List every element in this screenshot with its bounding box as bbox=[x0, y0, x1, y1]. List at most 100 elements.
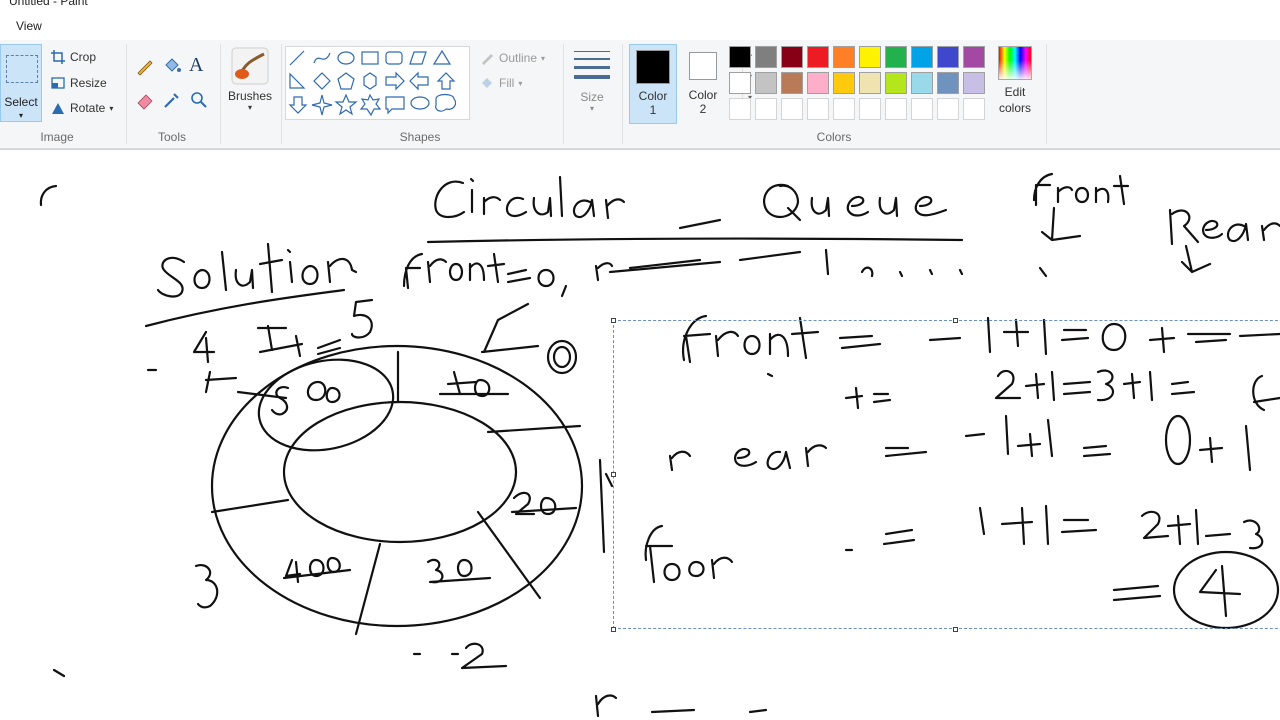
palette-swatch[interactable] bbox=[911, 46, 933, 68]
selection-handle[interactable] bbox=[611, 472, 616, 477]
brushes-button[interactable]: Brushes ▾ bbox=[224, 46, 276, 112]
fill-label: Fill bbox=[499, 76, 515, 90]
size-button[interactable]: Size ▾ bbox=[568, 48, 616, 113]
color1-label: Color bbox=[638, 89, 668, 103]
select-label: Select bbox=[4, 95, 38, 109]
selection-handle[interactable] bbox=[953, 627, 958, 632]
resize-label: Resize bbox=[70, 76, 107, 90]
color1-button[interactable]: Color 1 bbox=[629, 44, 677, 124]
palette-swatch[interactable] bbox=[963, 72, 985, 94]
crop-button[interactable]: Crop bbox=[50, 49, 96, 65]
palette-swatch-empty[interactable] bbox=[729, 98, 751, 120]
divider bbox=[281, 44, 282, 144]
edit-colors-label-2: colors bbox=[998, 101, 1031, 115]
selection-rectangle[interactable] bbox=[613, 320, 1280, 629]
select-button[interactable]: Select ▾ bbox=[0, 44, 42, 122]
color2-number: 2 bbox=[699, 102, 707, 116]
palette-swatch[interactable] bbox=[885, 72, 907, 94]
window-title: Untitled - Paint bbox=[9, 0, 88, 8]
palette-swatch-empty[interactable] bbox=[807, 98, 829, 120]
resize-button[interactable]: Resize bbox=[50, 75, 107, 91]
ribbon: Select ▾ Crop Resize Rotate ▾ Image A To… bbox=[0, 40, 1280, 149]
size-label: Size bbox=[580, 90, 604, 104]
image-group-label: Image bbox=[40, 130, 74, 144]
magnifier-icon bbox=[191, 92, 207, 108]
pencil-button[interactable] bbox=[135, 56, 155, 79]
divider bbox=[1046, 44, 1047, 144]
palette-swatch[interactable] bbox=[781, 46, 803, 68]
palette-swatch[interactable] bbox=[807, 72, 829, 94]
color1-swatch bbox=[636, 50, 670, 84]
palette-swatch-empty[interactable] bbox=[885, 98, 907, 120]
colors-group-label: Colors bbox=[816, 130, 852, 144]
color-picker-button[interactable] bbox=[162, 90, 182, 113]
divider bbox=[126, 44, 127, 144]
crop-label: Crop bbox=[70, 50, 97, 64]
palette-swatch-empty[interactable] bbox=[833, 98, 855, 120]
text-button[interactable]: A bbox=[189, 54, 203, 77]
palette-swatch[interactable] bbox=[937, 46, 959, 68]
edit-colors-label: Edit bbox=[1004, 85, 1026, 99]
tools-group-label: Tools bbox=[157, 130, 186, 144]
palette-swatch[interactable] bbox=[755, 72, 777, 94]
brush-icon bbox=[231, 47, 269, 85]
outline-label: Outline bbox=[499, 51, 538, 65]
color2-label: Color bbox=[688, 88, 718, 102]
title-bar: Untitled - Paint bbox=[0, 0, 1280, 14]
palette-swatch[interactable] bbox=[859, 46, 881, 68]
palette-swatch[interactable] bbox=[729, 46, 751, 68]
palette-swatch-empty[interactable] bbox=[859, 98, 881, 120]
paint-bucket-icon bbox=[165, 58, 181, 72]
selection-handle[interactable] bbox=[611, 627, 616, 632]
line-size-icon bbox=[574, 51, 610, 79]
shapes-icons[interactable] bbox=[286, 47, 456, 119]
eraser-button[interactable] bbox=[135, 90, 155, 113]
edit-colors-button[interactable]: Edit colors bbox=[994, 46, 1036, 115]
palette-swatch[interactable] bbox=[781, 72, 803, 94]
outline-icon bbox=[482, 54, 493, 65]
select-icon bbox=[6, 55, 38, 83]
menu-bar: View bbox=[0, 14, 1280, 41]
text-tool-icon: A bbox=[189, 54, 204, 76]
chevron-down-icon: ▾ bbox=[18, 111, 23, 120]
chevron-down-icon: ▾ bbox=[247, 103, 252, 112]
rotate-button[interactable]: Rotate ▾ bbox=[50, 100, 113, 116]
selection-handle[interactable] bbox=[611, 318, 616, 323]
selection-handle[interactable] bbox=[953, 318, 958, 323]
color2-button[interactable]: Color 2 bbox=[679, 44, 727, 124]
color1-number: 1 bbox=[649, 103, 657, 117]
palette-swatch[interactable] bbox=[911, 72, 933, 94]
color2-swatch bbox=[689, 52, 717, 80]
eraser-icon bbox=[137, 94, 153, 110]
fill-dropdown-button[interactable]: Fill ▾ bbox=[479, 75, 522, 91]
palette-swatch-empty[interactable] bbox=[781, 98, 803, 120]
palette-swatch[interactable] bbox=[859, 72, 881, 94]
rotate-label: Rotate bbox=[70, 101, 106, 115]
pencil-icon bbox=[137, 60, 153, 76]
palette-swatch[interactable] bbox=[963, 46, 985, 68]
palette-swatch[interactable] bbox=[833, 46, 855, 68]
palette-swatch[interactable] bbox=[937, 72, 959, 94]
drawing-canvas[interactable] bbox=[0, 150, 1280, 720]
eyedropper-icon bbox=[164, 93, 179, 108]
palette-swatch[interactable] bbox=[729, 72, 751, 94]
crop-icon bbox=[51, 50, 65, 64]
menu-view[interactable]: View bbox=[8, 18, 50, 34]
palette-swatch-empty[interactable] bbox=[911, 98, 933, 120]
palette-swatch-empty[interactable] bbox=[937, 98, 959, 120]
color-spectrum-icon bbox=[998, 46, 1032, 80]
palette-swatch[interactable] bbox=[833, 72, 855, 94]
divider bbox=[220, 44, 221, 144]
outline-button[interactable]: Outline ▾ bbox=[479, 50, 545, 66]
palette-swatch[interactable] bbox=[755, 46, 777, 68]
palette-swatch-empty[interactable] bbox=[963, 98, 985, 120]
magnifier-button[interactable] bbox=[189, 90, 209, 113]
ink-mark bbox=[39, 184, 58, 207]
palette-swatch[interactable] bbox=[885, 46, 907, 68]
chevron-down-icon: ▾ bbox=[109, 103, 114, 113]
divider bbox=[563, 44, 564, 144]
palette-swatch[interactable] bbox=[807, 46, 829, 68]
chevron-down-icon: ▾ bbox=[541, 53, 546, 63]
palette-swatch-empty[interactable] bbox=[755, 98, 777, 120]
fill-button[interactable] bbox=[162, 56, 182, 79]
